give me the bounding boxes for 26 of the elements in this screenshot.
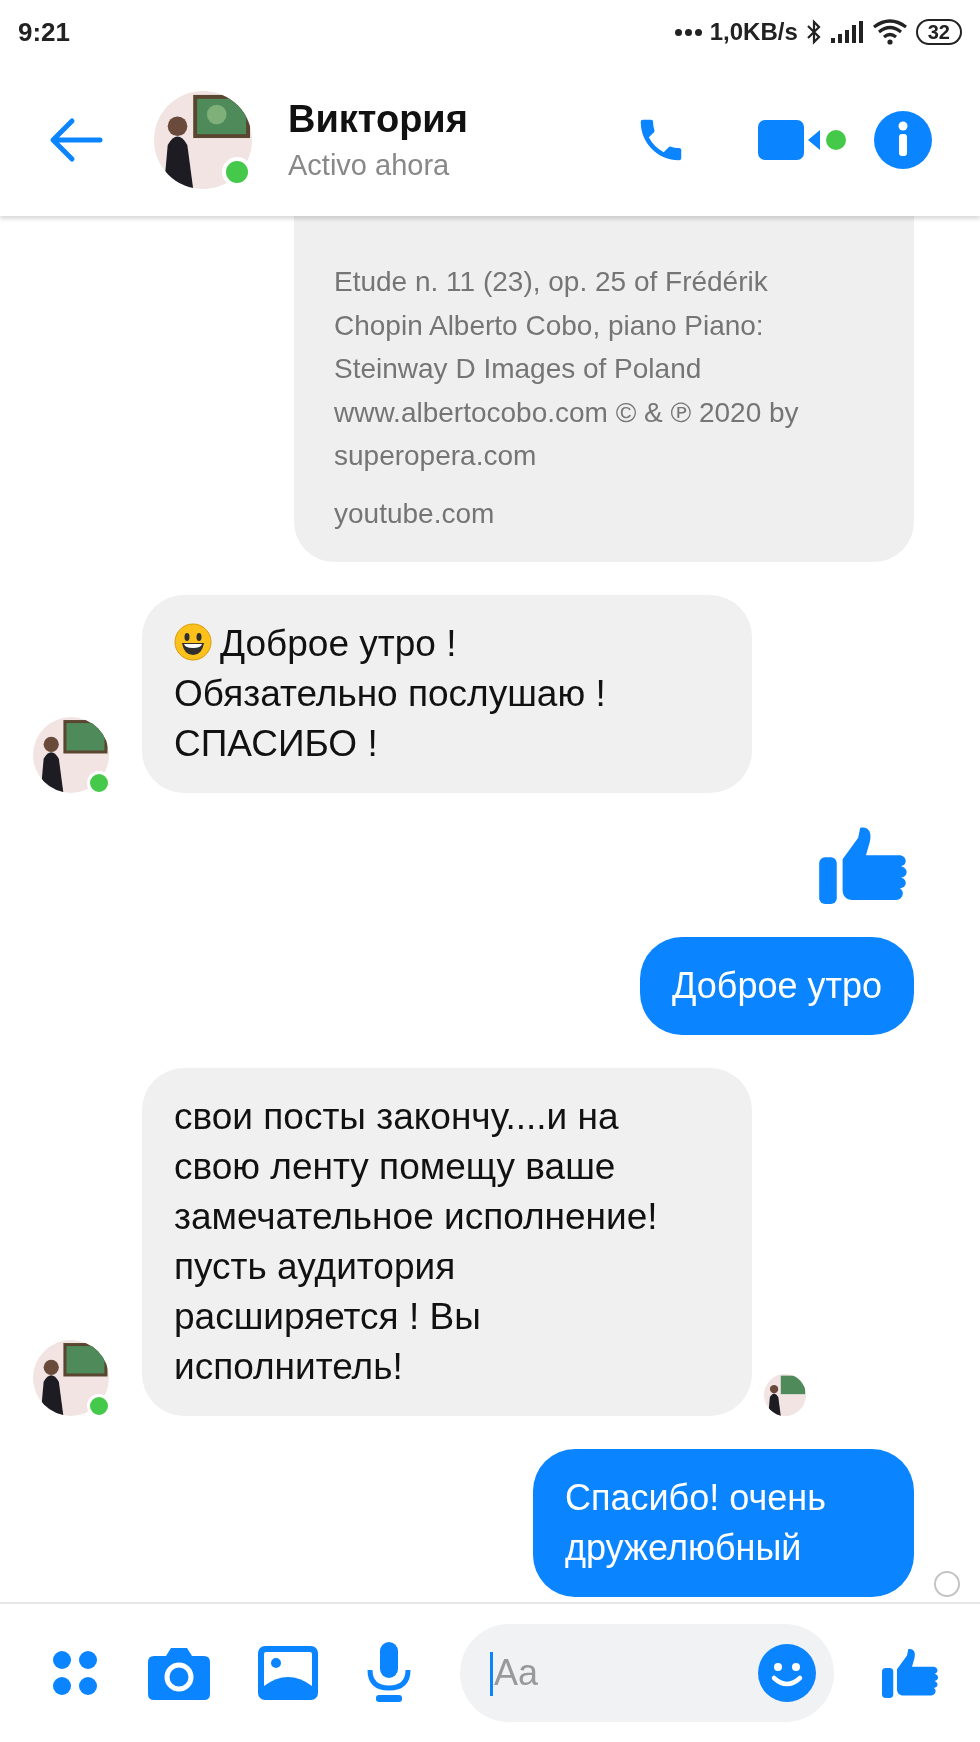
message-bubble: Спасибо! очень дружелюбный: [533, 1448, 914, 1597]
image-icon[interactable]: [258, 1646, 318, 1700]
contact-status: Activo ahora: [288, 149, 451, 182]
link-preview-card[interactable]: Etude n. 11 (23), op. 25 of Frédérik Chopin Alberto Cobo, piano Piano: Steinway D Images of Poland www.albertocobo.com © & ℗ 2020 by superopera.com youtube.com: [294, 216, 914, 562]
bluetooth-icon: [805, 19, 822, 45]
back-arrow-icon[interactable]: [48, 117, 104, 163]
link-domain: youtube.com: [334, 496, 496, 531]
more-dots-icon: [674, 28, 702, 36]
info-icon[interactable]: [874, 111, 932, 169]
status-time: 9:21: [18, 16, 71, 48]
signal-icon: [829, 20, 864, 44]
message-bubble: свои посты закончу....и на свою ленту помещу ваше замечательное исполнение! пусть аудитория расширяется ! Вы исполнитель!: [142, 1067, 752, 1416]
link-description: Etude n. 11 (23), op. 25 of Frédérik Chopin Alberto Cobo, piano Piano: Steinway D Images of Poland www.albertocobo.com © & ℗ 2020 by superopera.com: [334, 265, 800, 473]
message-bubble: Доброе утро ! Обязательно послушаю ! СПАСИБО !: [142, 594, 752, 793]
contact-name: Виктория: [288, 98, 469, 141]
message-bubble: Доброе утро: [639, 936, 914, 1035]
message-input-field[interactable]: Aa: [460, 1624, 834, 1722]
video-camera-icon[interactable]: [758, 118, 820, 162]
emoji-icon[interactable]: [758, 1644, 816, 1702]
camera-icon[interactable]: [148, 1646, 210, 1700]
battery-indicator: 32: [915, 19, 962, 45]
wifi-icon: [871, 19, 908, 45]
network-speed: 1,0KB/s: [709, 18, 798, 46]
apps-icon[interactable]: [50, 1648, 100, 1698]
text-cursor: [490, 1652, 493, 1696]
microphone-icon[interactable]: [366, 1642, 412, 1704]
